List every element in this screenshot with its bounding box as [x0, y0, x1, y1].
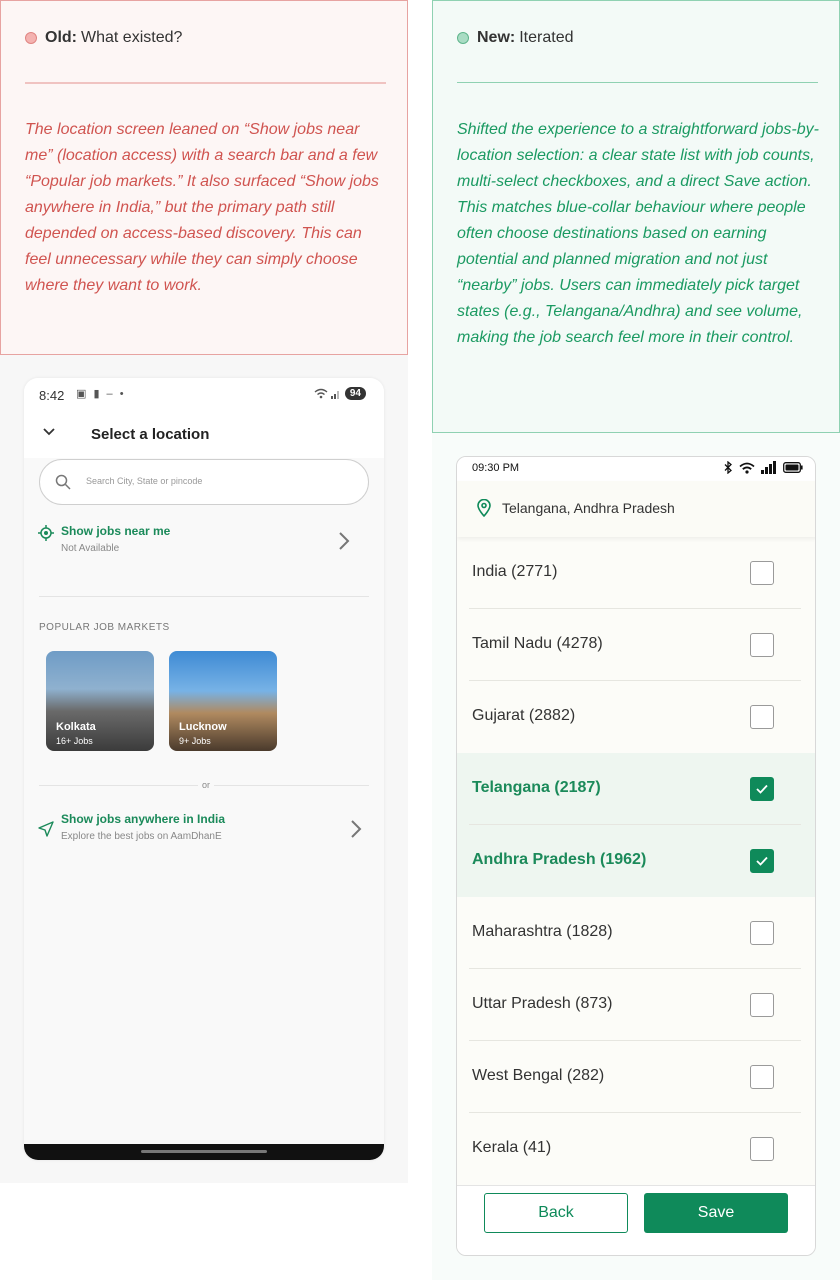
state-label: Telangana (2187) [472, 779, 601, 796]
state-row[interactable]: Kerala (41) [457, 1113, 815, 1185]
old-status-time: 8:42 [39, 388, 65, 403]
state-checkbox[interactable] [750, 1137, 774, 1161]
battery-icon [783, 462, 803, 473]
state-label: Kerala (41) [472, 1139, 552, 1156]
state-checkbox[interactable] [750, 1065, 774, 1089]
state-checkbox[interactable] [750, 705, 774, 729]
state-label: Tamil Nadu (4278) [472, 635, 603, 652]
or-separator: or [198, 780, 215, 790]
old-tag-text: What existed? [81, 29, 183, 46]
wifi-icon [739, 462, 755, 474]
old-tag: Old: What existed? [25, 29, 182, 47]
new-divider [457, 82, 818, 83]
state-row[interactable]: West Bengal (282) [457, 1041, 815, 1113]
new-status-bar: 09:30 PM [457, 457, 815, 481]
new-phone-area: 09:30 PM Telangana, Andhra Pradesh India… [432, 433, 840, 1280]
state-row[interactable]: Andhra Pradesh (1962) [457, 825, 815, 897]
state-row[interactable]: Maharashtra (1828) [457, 897, 815, 969]
state-label: India (2771) [472, 563, 558, 580]
chevron-right-icon[interactable] [338, 528, 350, 558]
state-row[interactable]: India (2771) [457, 537, 815, 609]
old-nav-bar [24, 1144, 384, 1160]
state-row[interactable]: Telangana (2187) [457, 753, 815, 825]
state-label: Uttar Pradesh (873) [472, 995, 613, 1012]
signal-icon [761, 461, 776, 474]
state-list: India (2771) Tamil Nadu (4278) Gujarat (28… [457, 537, 815, 1185]
old-status-bar: 8:42 ▣ ▮ – • 94 [24, 378, 384, 414]
check-icon [756, 856, 768, 866]
show-jobs-anywhere-link[interactable]: Show jobs anywhere in India [61, 812, 225, 826]
check-icon [756, 784, 768, 794]
state-checkbox[interactable] [750, 633, 774, 657]
action-footer: Back Save [457, 1185, 815, 1255]
save-button[interactable]: Save [644, 1193, 788, 1233]
old-dot-icon [25, 32, 37, 44]
state-checkbox[interactable] [750, 849, 774, 873]
state-label: Andhra Pradesh (1962) [472, 851, 647, 868]
signal-icon [330, 390, 339, 399]
state-row[interactable]: Tamil Nadu (4278) [457, 609, 815, 681]
old-divider [25, 82, 386, 84]
chevron-down-icon[interactable] [42, 424, 56, 442]
location-target-icon [38, 525, 54, 541]
city-name: Lucknow [179, 721, 227, 733]
wifi-icon [314, 388, 328, 399]
new-description: Shifted the experience to a straightforw… [457, 121, 819, 346]
old-phone-area: 8:42 ▣ ▮ – • 94 Select a location Search… [0, 355, 408, 1183]
state-checkbox[interactable] [750, 777, 774, 801]
popular-job-markets-heading: POPULAR JOB MARKETS [39, 622, 170, 633]
home-handle[interactable] [141, 1150, 267, 1153]
bluetooth-icon [724, 461, 732, 474]
back-button[interactable]: Back [484, 1193, 628, 1233]
state-row[interactable]: Uttar Pradesh (873) [457, 969, 815, 1041]
old-app-bar: Select a location [24, 414, 384, 458]
map-pin-icon [477, 499, 491, 517]
old-search-input[interactable]: Search City, State or pincode [39, 459, 369, 505]
old-status-right: 94 [314, 387, 366, 400]
new-dot-icon [457, 32, 469, 44]
new-phone-screen: 09:30 PM Telangana, Andhra Pradesh India… [456, 456, 816, 1256]
city-name: Kolkata [56, 721, 96, 733]
old-divider-line [39, 596, 369, 597]
selected-locations-text: Telangana, Andhra Pradesh [502, 500, 675, 516]
old-page-title: Select a location [91, 426, 210, 443]
state-label: Maharashtra (1828) [472, 923, 613, 940]
new-status-icons [724, 461, 803, 474]
state-label: Gujarat (2882) [472, 707, 576, 724]
old-notification-icons: ▣ ▮ – • [76, 388, 126, 400]
state-checkbox[interactable] [750, 921, 774, 945]
old-tag-label: Old: [45, 29, 77, 46]
new-tag-text: Iterated [519, 29, 574, 46]
state-label: West Bengal (282) [472, 1067, 605, 1084]
navigation-arrow-icon [38, 821, 54, 837]
search-icon [55, 474, 71, 490]
old-description: The location screen leaned on “Show jobs… [25, 121, 379, 294]
selected-locations-bar[interactable]: Telangana, Andhra Pradesh [457, 481, 815, 537]
near-me-status: Not Available [61, 543, 120, 554]
state-checkbox[interactable] [750, 561, 774, 585]
new-tag: New: Iterated [457, 29, 574, 47]
city-card-kolkata[interactable]: Kolkata 16+ Jobs [46, 651, 154, 751]
state-checkbox[interactable] [750, 993, 774, 1017]
battery-badge: 94 [344, 387, 366, 400]
new-tag-label: New: [477, 29, 516, 46]
city-jobs: 9+ Jobs [179, 736, 211, 746]
old-search-placeholder: Search City, State or pincode [86, 476, 203, 486]
new-panel-header: New: Iterated Shifted the experience to … [432, 0, 840, 433]
old-phone-screen: 8:42 ▣ ▮ – • 94 Select a location Search… [24, 378, 384, 1160]
new-status-time: 09:30 PM [472, 462, 520, 474]
show-jobs-near-me-link[interactable]: Show jobs near me [61, 524, 170, 538]
city-jobs: 16+ Jobs [56, 736, 93, 746]
state-row[interactable]: Gujarat (2882) [457, 681, 815, 753]
chevron-right-icon[interactable] [350, 816, 362, 846]
city-card-lucknow[interactable]: Lucknow 9+ Jobs [169, 651, 277, 751]
anywhere-subtitle: Explore the best jobs on AamDhanE [61, 831, 222, 842]
old-panel-header: Old: What existed? The location screen l… [0, 0, 408, 355]
